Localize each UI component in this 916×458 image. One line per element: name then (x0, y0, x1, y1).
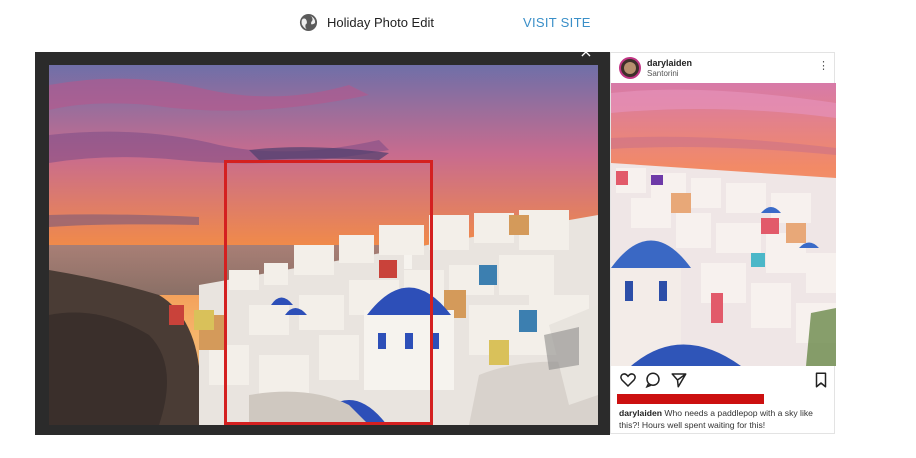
bookmark-icon[interactable] (812, 371, 830, 389)
highlight-box (224, 160, 433, 425)
comment-icon[interactable] (644, 371, 662, 389)
heart-icon[interactable] (619, 371, 637, 389)
header-bar: Holiday Photo Edit VISIT SITE (0, 0, 916, 46)
close-icon[interactable]: × (579, 44, 593, 60)
avatar[interactable] (619, 57, 641, 79)
page-title: Holiday Photo Edit (327, 15, 434, 30)
post-photo (611, 83, 836, 366)
social-post-card: darylaiden Santorini ⋮ darylaiden Who ne… (610, 52, 836, 434)
post-location[interactable]: Santorini (647, 69, 679, 78)
post-username[interactable]: darylaiden (647, 58, 692, 68)
more-vertical-icon[interactable]: ⋮ (818, 59, 829, 72)
caption-username[interactable]: darylaiden (619, 408, 662, 418)
visit-site-link[interactable]: VISIT SITE (523, 15, 591, 30)
post-actions (619, 371, 829, 389)
globe-icon (299, 13, 318, 32)
post-caption: darylaiden Who needs a paddlepop with a … (619, 407, 831, 431)
redaction-bar (617, 394, 764, 404)
share-icon[interactable] (670, 371, 688, 389)
